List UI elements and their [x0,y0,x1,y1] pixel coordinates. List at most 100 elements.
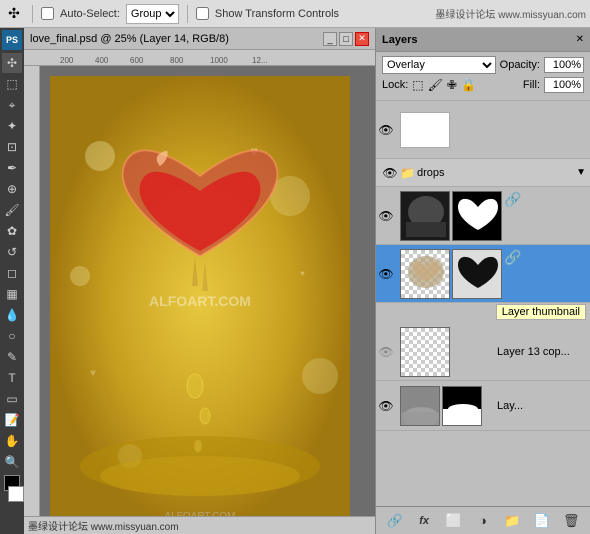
list-item[interactable]: 👁 [376,245,590,303]
panel-title: Layers [382,34,417,46]
blend-mode-select[interactable]: NormalDissolveDarkenMultiplyColor BurnLi… [382,56,496,74]
list-item[interactable]: 👁 [376,187,590,245]
lasso-tool[interactable]: ⌖ [2,95,22,115]
notes-tool[interactable]: 📝 [2,410,22,430]
fill-input[interactable] [544,77,584,93]
link-layers-button[interactable]: 🔗 [385,511,405,531]
layers-panel: Layers ✕ NormalDissolveDarkenMultiplyCol… [375,28,590,534]
panel-titlebar: Layers ✕ [376,28,590,52]
new-layer-button[interactable]: 📄 [532,511,552,531]
bottom-bar-text: 墨绿设计论坛 www.missyuan.com [28,518,179,533]
lock-row: Lock: ⬚ 🖌 ✙ 🔒 Fill: [382,77,584,93]
dodge-tool[interactable]: ○ [2,326,22,346]
shape-tool[interactable]: ▭ [2,389,22,409]
minimize-button[interactable]: _ [323,32,337,46]
canvas-area: love_final.psd @ 25% (Layer 14, RGB/8) _… [24,28,375,534]
layer-thumb-mask [452,249,502,299]
canvas-content[interactable]: ♥ ♥ ♥ [40,66,375,534]
group-select[interactable]: Group [126,4,179,24]
folder-icon: 📁 [400,166,415,180]
layer-link-icon: 🔗 [504,249,521,299]
panel-footer: 🔗 fx ⬜ ◑ 📁 📄 🗑 [376,506,590,534]
pen-tool[interactable]: ✎ [2,347,22,367]
new-group-button[interactable]: 📁 [502,511,522,531]
eraser-tool[interactable]: ◻ [2,263,22,283]
layer-thumb-main [400,327,450,377]
list-item[interactable]: 👁 Layer 13 cop... [376,323,590,381]
svg-text:♥: ♥ [90,368,96,379]
layer-info: Lay... [493,398,590,414]
marquee-tool[interactable]: ⬚ [2,74,22,94]
layer-name: Lay... [497,400,586,412]
canvas-titlebar: love_final.psd @ 25% (Layer 14, RGB/8) _… [24,28,375,50]
maximize-button[interactable]: □ [339,32,353,46]
lock-all-icon[interactable]: 🔒 [461,78,476,92]
transform-label: Show Transform Controls [215,8,339,20]
crop-tool[interactable]: ⊡ [2,137,22,157]
layer-thumbnails: 🔗 [396,246,590,302]
layer-visibility-eye[interactable]: 👁 [376,399,396,413]
ps-logo: PS [2,30,22,50]
auto-select-checkbox[interactable] [41,7,54,20]
adjustment-layer-button[interactable]: ◑ [473,511,493,531]
layers-list[interactable]: 👁 👁 📁 drops ▼ 👁 [376,101,590,506]
magic-wand-tool[interactable]: ✦ [2,116,22,136]
layer-visibility-eye[interactable]: 👁 [376,267,396,281]
separator-1 [32,5,33,23]
window-buttons: _ □ ✕ [323,32,369,46]
canvas-image: ♥ ♥ ♥ [50,76,350,526]
hand-tool[interactable]: ✋ [2,431,22,451]
layer-visibility-eye[interactable]: 👁 [376,123,396,137]
text-tool[interactable]: T [2,368,22,388]
watermark-text: ALFOART.COM [149,293,251,309]
auto-select-label: Auto-Select: [60,8,120,20]
ruler-vertical [24,66,40,534]
blur-tool[interactable]: 💧 [2,305,22,325]
brush-tool[interactable]: 🖌 [2,200,22,220]
background-color[interactable] [8,486,24,502]
layer-group-drops[interactable]: 👁 📁 drops ▼ [376,159,590,187]
layer-thumbnails [396,324,493,380]
history-tool[interactable]: ↺ [2,242,22,262]
layer-visibility-eye[interactable]: 👁 [380,166,400,180]
layer-visibility-eye[interactable]: 👁 [376,345,396,359]
lock-position-icon[interactable]: ✙ [447,78,457,92]
layer-thumb-main [400,191,450,241]
layer-name: Layer 13 cop... [497,346,586,358]
left-toolbar: PS ✣ ⬚ ⌖ ✦ ⊡ ✒ ⊕ 🖌 ✿ ↺ ◻ ▦ 💧 ○ ✎ T ▭ 📝 ✋… [0,28,24,534]
move-tool-icon[interactable]: ✣ [4,4,24,24]
eyedropper-tool[interactable]: ✒ [2,158,22,178]
svg-text:♥: ♥ [300,269,305,278]
close-button[interactable]: ✕ [355,32,369,46]
separator-2 [187,5,188,23]
list-item[interactable]: 👁 [376,381,590,431]
group-collapse-icon[interactable]: ▼ [576,167,586,178]
panel-close-button[interactable]: ✕ [576,34,584,45]
lock-image-icon[interactable]: 🖌 [428,78,443,92]
layer-info: Layer 13 cop... [493,344,590,360]
stamp-tool[interactable]: ✿ [2,221,22,241]
healing-tool[interactable]: ⊕ [2,179,22,199]
site-text: 墨绿设计论坛 www.missyuan.com [435,6,586,21]
move-tool[interactable]: ✣ [2,53,22,73]
layer-visibility-eye[interactable]: 👁 [376,209,396,223]
layer-thumb-mask [442,386,482,426]
delete-layer-button[interactable]: 🗑 [561,511,581,531]
layer-thumb-main [400,386,440,426]
layer-thumb [400,112,450,148]
zoom-tool[interactable]: 🔍 [2,452,22,472]
transform-checkbox[interactable] [196,7,209,20]
list-item[interactable]: 👁 [376,101,590,159]
layer-thumb-main [400,249,450,299]
layer-link-icon: 🔗 [504,191,521,241]
fx-button[interactable]: fx [414,511,434,531]
opacity-input[interactable] [544,57,584,73]
gradient-tool[interactable]: ▦ [2,284,22,304]
main-area: PS ✣ ⬚ ⌖ ✦ ⊡ ✒ ⊕ 🖌 ✿ ↺ ◻ ▦ 💧 ○ ✎ T ▭ 📝 ✋… [0,28,590,534]
ruler-horizontal: 200 400 600 800 1000 12... [24,50,375,66]
add-mask-button[interactable]: ⬜ [444,511,464,531]
lock-transparent-icon[interactable]: ⬚ [412,78,423,92]
lock-label: Lock: [382,79,408,91]
top-toolbar: ✣ Auto-Select: Group Show Transform Cont… [0,0,590,28]
layer-thumbnails [396,383,493,429]
